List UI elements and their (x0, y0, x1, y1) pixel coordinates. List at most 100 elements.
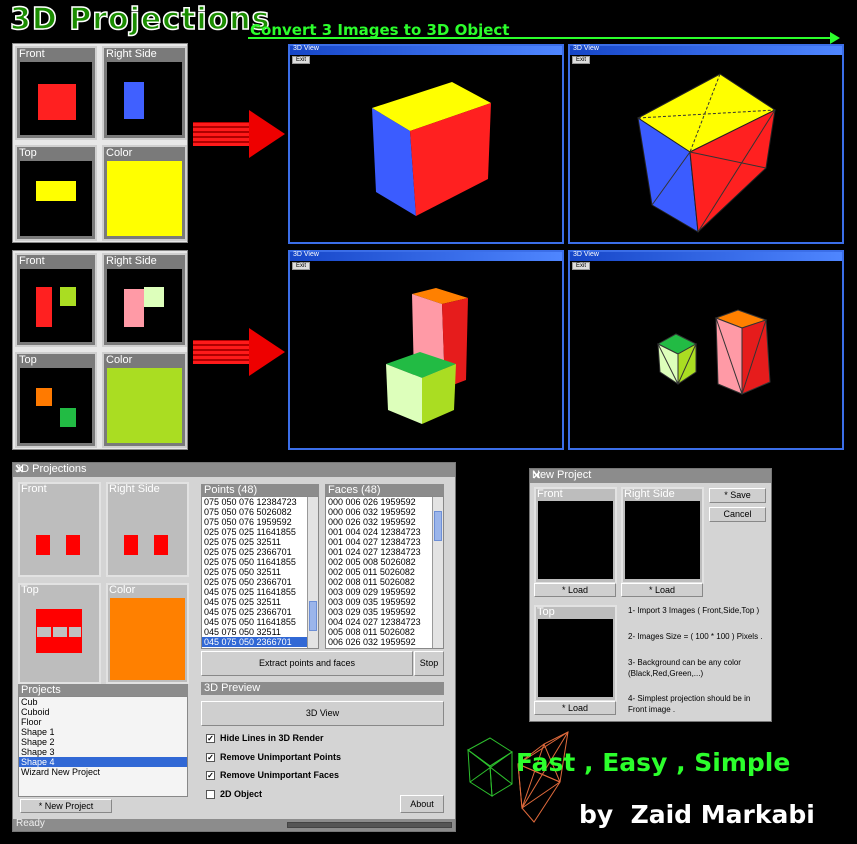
load-front-button[interactable]: * Load (534, 583, 616, 597)
top-orange-square (36, 388, 52, 406)
right-blue-rect (124, 82, 144, 119)
panel-label: Right Side (106, 255, 157, 267)
face-row[interactable]: 003 009 029 1959592 (326, 587, 443, 597)
face-row[interactable]: 001 004 024 12384723 (326, 527, 443, 537)
red-arrow-icon (193, 328, 285, 376)
checkbox-box[interactable] (206, 790, 215, 800)
point-row[interactable]: 045 075 025 32511 (202, 597, 318, 607)
point-row[interactable]: 025 075 050 2366701 (202, 577, 318, 587)
3d-view-button[interactable]: 3D View (201, 701, 444, 726)
view-title: 3D View (573, 251, 599, 258)
checkbox-box[interactable]: ✓ (206, 771, 215, 781)
face-row[interactable]: 001 004 027 12384723 (326, 537, 443, 547)
checkbox-box[interactable]: ✓ (206, 734, 215, 744)
project-item[interactable]: Shape 2 (19, 737, 187, 747)
point-row[interactable]: 075 050 076 12384723 (202, 497, 318, 507)
instruction-3: 3- Background can be any color (Black,Re… (628, 658, 741, 678)
app-banner-title: 3D Projections (9, 1, 271, 38)
about-button[interactable]: About (400, 795, 444, 813)
point-row[interactable]: 025 075 025 2366701 (202, 547, 318, 557)
face-row[interactable]: 004 024 027 12384723 (326, 617, 443, 627)
points-scrollbar[interactable] (307, 497, 318, 648)
face-row[interactable]: 002 005 011 5026082 (326, 567, 443, 577)
hide-lines-checkbox[interactable]: ✓ Hide Lines in 3D Render (206, 733, 324, 744)
view-title: 3D View (573, 45, 599, 52)
face-row[interactable]: 001 024 027 12384723 (326, 547, 443, 557)
extract-button[interactable]: Extract points and faces (201, 651, 413, 676)
close-icon[interactable]: ✕ (532, 469, 768, 482)
stop-button[interactable]: Stop (414, 651, 444, 676)
point-row[interactable]: 075 050 076 5026082 (202, 507, 318, 517)
preview-header: 3D Preview (201, 682, 444, 695)
point-row[interactable]: 075 050 076 1959592 (202, 517, 318, 527)
example1-right-panel: Right Side (102, 46, 187, 140)
project-item[interactable]: Cuboid (19, 707, 187, 717)
front-red-square (36, 535, 50, 555)
wireframe-pair-render (656, 309, 771, 395)
panel-label: Right Side (624, 488, 675, 500)
render-view-1: 3D View Exit (288, 44, 564, 244)
checkbox-box[interactable]: ✓ (206, 753, 215, 763)
remove-points-checkbox[interactable]: ✓ Remove Unimportant Points (206, 752, 341, 763)
slogan-separator: , (575, 748, 603, 777)
point-row[interactable]: 025 075 025 11641855 (202, 527, 318, 537)
face-row[interactable]: 005 008 011 5026082 (326, 627, 443, 637)
main-front-panel: Front (18, 482, 101, 577)
panel-label: Front (19, 255, 45, 267)
example2-projections: Front Right Side Top Color (12, 250, 188, 450)
cancel-button[interactable]: Cancel (709, 507, 766, 522)
project-item[interactable]: Wizard New Project (19, 767, 187, 777)
point-row[interactable]: 045 075 050 32511 (202, 627, 318, 637)
point-row[interactable]: 045 075 050 2366701 (202, 637, 318, 647)
face-row[interactable]: 000 006 026 1959592 (326, 497, 443, 507)
face-row[interactable]: 002 008 011 5026082 (326, 577, 443, 587)
option-label: Remove Unimportant Faces (220, 770, 340, 780)
panel-label: Top (537, 606, 555, 618)
slogan: Fast , Easy , Simple (516, 748, 790, 777)
right-red-square (154, 535, 168, 555)
render-view-3: 3D View Exit (288, 250, 564, 450)
slogan-fast: Fast (516, 748, 576, 777)
slogan-simple: Simple (694, 748, 791, 777)
main-top-panel: Top (18, 583, 101, 684)
save-button[interactable]: * Save (709, 488, 766, 503)
face-row[interactable]: 000 006 032 1959592 (326, 507, 443, 517)
close-icon[interactable]: ✕ (15, 463, 452, 476)
example2-top-panel: Top (15, 352, 97, 448)
point-row[interactable]: 025 075 025 32511 (202, 537, 318, 547)
main-window: 3D Projections ✕ Front Right Side Top Co… (12, 462, 456, 832)
face-row[interactable]: 003 009 035 1959592 (326, 597, 443, 607)
load-top-button[interactable]: * Load (534, 701, 616, 715)
load-right-button[interactable]: * Load (621, 583, 703, 597)
points-list[interactable]: 075 050 076 12384723 075 050 076 5026082 0… (201, 496, 319, 649)
render-view-2: 3D View Exit (568, 44, 844, 244)
face-row[interactable]: 000 026 032 1959592 (326, 517, 443, 527)
point-row[interactable]: 025 075 050 11641855 (202, 557, 318, 567)
faces-scrollbar[interactable] (432, 497, 443, 648)
faces-list[interactable]: 000 006 026 1959592 000 006 032 1959592 00… (325, 496, 444, 649)
point-row[interactable]: 025 075 050 32511 (202, 567, 318, 577)
point-row[interactable]: 045 075 025 11641855 (202, 587, 318, 597)
np-right-panel: Right Side (621, 487, 704, 584)
point-row[interactable]: 045 075 025 2366701 (202, 607, 318, 617)
face-row[interactable]: 006 026 032 1959592 (326, 637, 443, 647)
red-arrow-icon (193, 110, 285, 158)
projects-list[interactable]: Cub Cuboid Floor Shape 1 Shape 2 Shape 3 Shape… (18, 696, 188, 797)
project-item[interactable]: Floor (19, 717, 187, 727)
face-row[interactable]: 003 029 035 1959592 (326, 607, 443, 617)
front-red-rect (36, 287, 52, 327)
panel-label: Front (19, 48, 45, 60)
project-item[interactable]: Shape 4 (19, 757, 187, 767)
point-row[interactable]: 045 075 050 11641855 (202, 617, 318, 627)
face-row[interactable]: 002 005 008 5026082 (326, 557, 443, 567)
remove-faces-checkbox[interactable]: ✓ Remove Unimportant Faces (206, 770, 340, 781)
2d-object-checkbox[interactable]: 2D Object (206, 789, 262, 800)
project-item[interactable]: Cub (19, 697, 187, 707)
convert-arrow-head-icon (830, 32, 840, 44)
project-item[interactable]: Shape 1 (19, 727, 187, 737)
progress-bar (287, 822, 452, 828)
color-swatch (110, 598, 185, 680)
new-project-button[interactable]: * New Project (20, 799, 112, 813)
project-item[interactable]: Shape 3 (19, 747, 187, 757)
front-lime-square (60, 287, 76, 306)
